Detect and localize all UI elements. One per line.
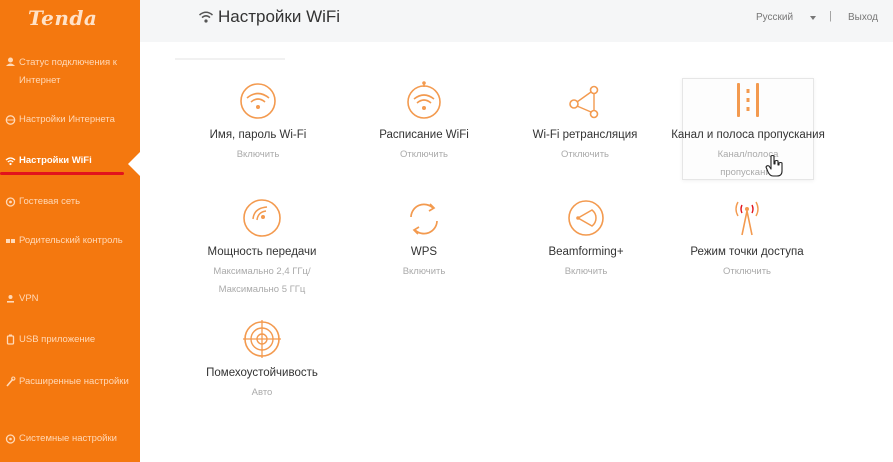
tile-access-point-mode[interactable]: Режим точки доступа Отключить xyxy=(662,197,832,283)
page-header: Настройки WiFi Русский | Выход xyxy=(140,0,893,42)
parental-control-icon xyxy=(6,239,15,243)
user-icon xyxy=(6,57,15,66)
logout-link[interactable]: Выход xyxy=(848,12,878,23)
tile-wps[interactable]: WPS Включить xyxy=(339,197,509,283)
tile-title: Имя, пароль Wi-Fi xyxy=(209,129,307,141)
wps-icon xyxy=(410,203,438,235)
tile-status: Включить xyxy=(402,266,446,277)
language-select[interactable]: Русский xyxy=(756,12,793,23)
tile-status: Максимально 2,4 ГГц/ Максимально 5 ГГц xyxy=(213,266,311,295)
sidebar-item-label: Настройки Интернета xyxy=(19,114,115,125)
sidebar-item-label: Статус подключения к Интернет xyxy=(19,57,117,86)
tile-wifi-repeater[interactable]: Wi-Fi ретрансляция Отключить xyxy=(500,80,670,166)
vpn-icon xyxy=(7,295,14,303)
tile-title: Beamforming+ xyxy=(548,246,624,258)
tile-status: Включить xyxy=(564,266,608,277)
tile-channel-bandwidth[interactable]: Канал и полоса пропускания Канал/полоса … xyxy=(671,78,825,180)
chevron-down-icon[interactable] xyxy=(810,16,816,20)
tile-title: WPS xyxy=(410,246,438,258)
tile-beamforming[interactable]: Beamforming+ Включить xyxy=(501,197,671,283)
sidebar-item-label: Родительский контроль xyxy=(19,235,123,246)
tile-title: Wi-Fi ретрансляция xyxy=(532,129,638,141)
tile-title: Расписание WiFi xyxy=(379,129,469,141)
tile-wifi-name-password[interactable]: Имя, пароль Wi-Fi Включить xyxy=(173,80,343,166)
usb-icon xyxy=(6,334,15,345)
sidebar: Tenda Статус подключения к Интернет Наст… xyxy=(0,0,140,462)
hand-cursor-icon xyxy=(765,154,783,177)
page-title: Настройки WiFi xyxy=(218,7,341,26)
anti-interference-icon xyxy=(243,320,281,358)
tile-status: Отключить xyxy=(722,266,772,277)
transmit-power-icon xyxy=(243,199,281,237)
tile-status: Авто xyxy=(251,387,273,398)
sidebar-item-label: VPN xyxy=(19,293,39,304)
divider xyxy=(175,58,285,60)
tile-title: Мощность передачи xyxy=(207,246,317,258)
globe-icon xyxy=(5,115,16,125)
sidebar-item-label: USB приложение xyxy=(19,334,96,345)
header-divider: | xyxy=(829,10,832,22)
channel-bandwidth-icon xyxy=(737,83,759,117)
sidebar-item-label: Гостевая сеть xyxy=(19,196,81,207)
tile-title: Режим точки доступа xyxy=(690,246,804,258)
guest-icon xyxy=(5,197,16,207)
sidebar-item-label: Расширенные настройки xyxy=(19,376,129,387)
wifi-schedule-icon xyxy=(407,81,441,119)
tile-title: Канал и полоса пропускания xyxy=(671,129,825,141)
beamforming-icon xyxy=(568,200,604,236)
tile-title: Помехоустойчивость xyxy=(206,367,318,379)
sidebar-item-label: Настройки WiFi xyxy=(19,155,92,166)
tile-transmit-power[interactable]: Мощность передачи Максимально 2,4 ГГц/ М… xyxy=(177,197,347,295)
system-settings-icon xyxy=(5,434,16,444)
repeater-icon xyxy=(569,85,599,119)
tenda-logo: Tenda xyxy=(28,6,98,30)
wrench-icon xyxy=(6,376,16,387)
tile-status: Отключить xyxy=(399,149,449,160)
access-point-icon xyxy=(735,201,759,236)
tile-wifi-schedule[interactable]: Расписание WiFi Отключить xyxy=(339,80,509,166)
wifi-icon xyxy=(199,11,213,23)
sidebar-item-label: Системные настройки xyxy=(19,433,117,444)
tile-anti-interference[interactable]: Помехоустойчивость Авто xyxy=(177,318,347,404)
active-item-pointer xyxy=(128,152,140,176)
wifi-icon xyxy=(5,157,16,166)
wifi-icon xyxy=(240,83,276,119)
active-item-underline xyxy=(0,172,124,175)
tile-status: Отключить xyxy=(560,149,610,160)
tile-status: Включить xyxy=(236,149,280,160)
